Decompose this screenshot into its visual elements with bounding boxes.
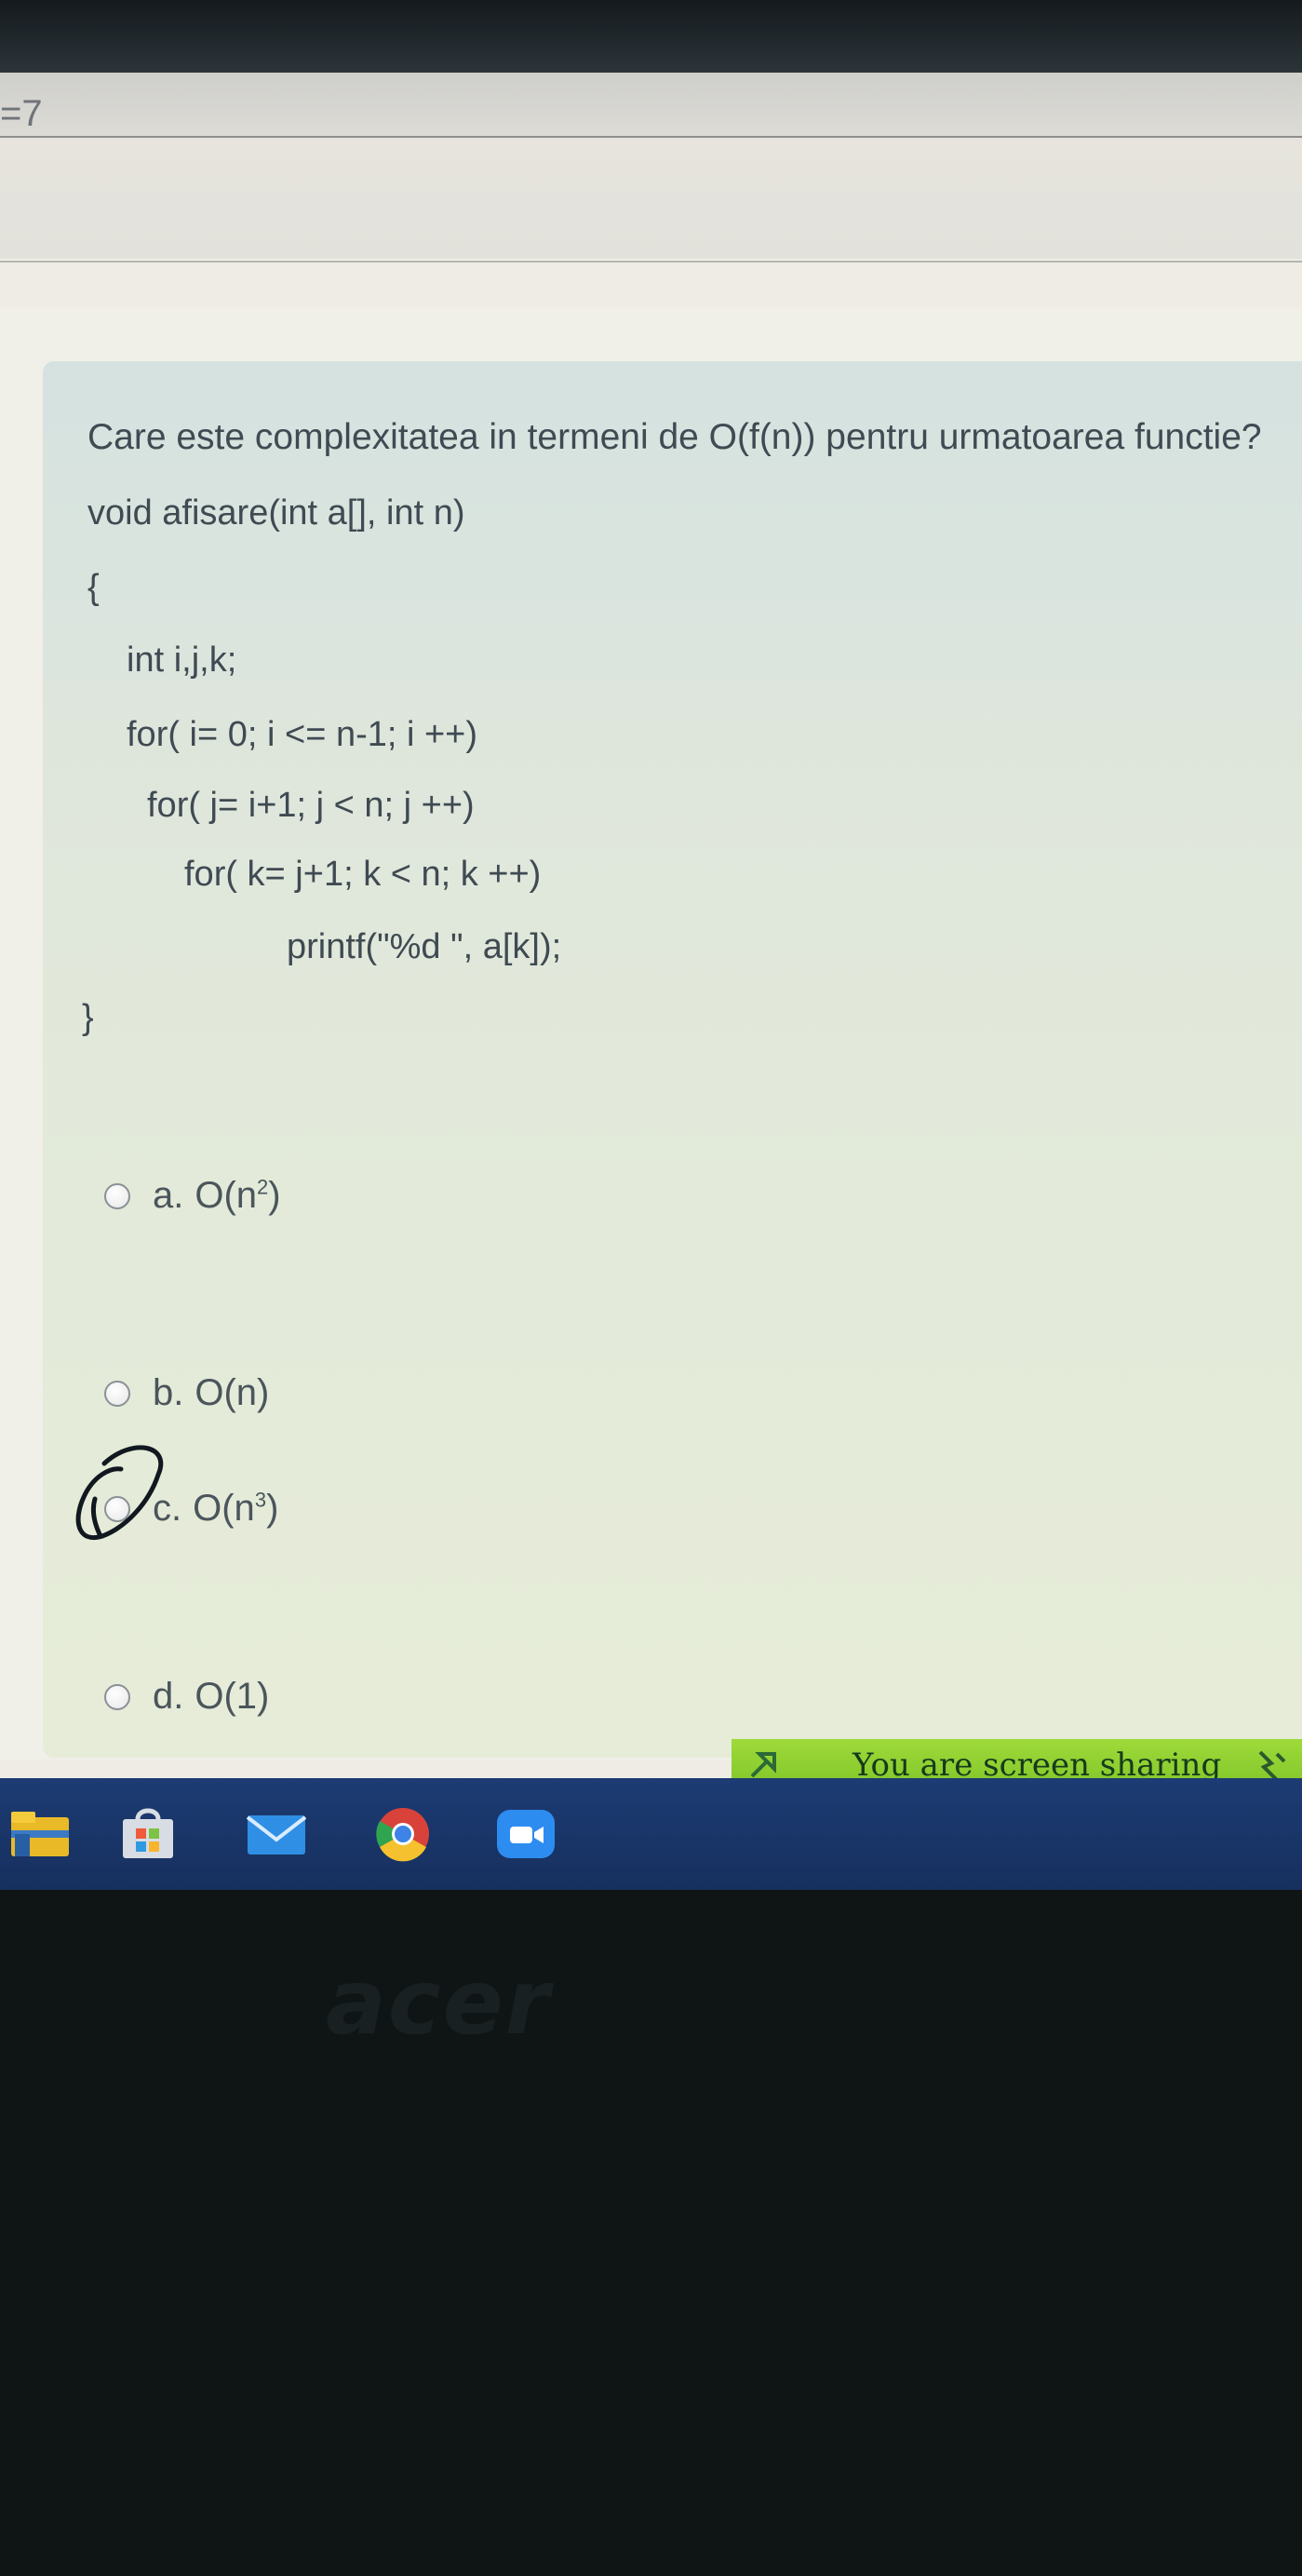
code-line: for( i= 0; i <= n-1; i ++) [127, 715, 478, 754]
header-band [0, 138, 1302, 259]
option-exponent: 3 [254, 1488, 267, 1512]
option-text: O(n) [195, 1372, 270, 1413]
radio-button-a[interactable] [104, 1182, 130, 1209]
option-text: O(1) [195, 1676, 270, 1717]
screen: =7 Care este complexitatea in termeni de… [0, 0, 1302, 1890]
question-card: Care este complexitatea in termeni de O(… [43, 361, 1302, 1758]
laptop-brand-logo: acer [326, 1950, 552, 2055]
option-text: O(n2) [195, 1175, 280, 1217]
radio-button-b[interactable] [104, 1380, 130, 1407]
option-text: O(n3) [193, 1488, 278, 1530]
windows-taskbar [0, 1778, 1302, 1890]
code-line: } [82, 998, 94, 1037]
option-end: ) [266, 1488, 279, 1529]
code-line: { [87, 568, 100, 607]
radio-button-d[interactable] [104, 1683, 130, 1710]
option-letter: b. [153, 1372, 184, 1413]
chrome-icon[interactable] [370, 1806, 436, 1862]
option-base: O(n [195, 1175, 258, 1216]
code-line: for( k= j+1; k < n; k ++) [184, 855, 542, 894]
store-icon[interactable] [115, 1806, 181, 1862]
handwritten-circle-mark [75, 1445, 163, 1541]
previous-question-strip [0, 73, 1302, 138]
option-b[interactable]: b. O(n) [104, 1372, 269, 1414]
code-line: for( j= i+1; j < n; j ++) [147, 786, 475, 825]
browser-top-bar [0, 0, 1302, 73]
previous-answer-fragment: =7 [0, 93, 43, 134]
zoom-icon[interactable] [493, 1806, 558, 1862]
option-a[interactable]: a. O(n2) [104, 1175, 281, 1217]
option-exponent: 2 [257, 1175, 269, 1199]
mail-icon[interactable] [244, 1806, 309, 1862]
option-letter: a. [153, 1175, 184, 1216]
code-line: printf("%d ", a[k]); [287, 927, 562, 966]
option-base: O(n [193, 1488, 255, 1529]
code-line: int i,j,k; [127, 641, 237, 680]
option-end: ) [268, 1175, 281, 1216]
option-letter: d. [153, 1676, 184, 1717]
question-prompt: Care este complexitatea in termeni de O(… [87, 417, 1262, 457]
code-line: void afisare(int a[], int n) [87, 493, 465, 533]
divider [0, 261, 1302, 263]
option-d[interactable]: d. O(1) [104, 1676, 269, 1718]
file-explorer-icon[interactable] [7, 1806, 73, 1862]
